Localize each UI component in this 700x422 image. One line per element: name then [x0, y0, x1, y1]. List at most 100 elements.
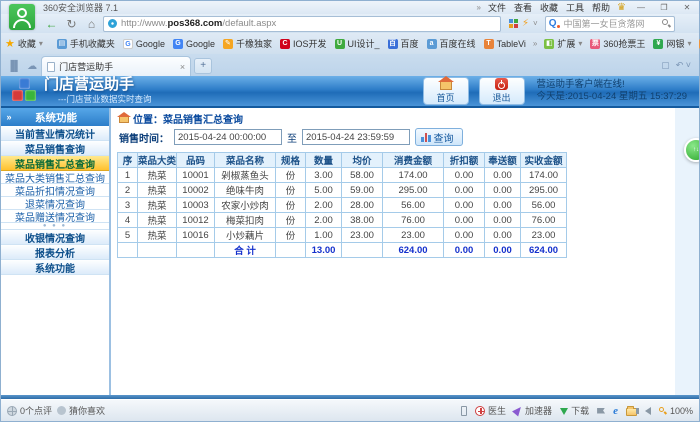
app-logo-icon [11, 78, 37, 104]
menu-item[interactable]: 收藏 [540, 1, 558, 14]
table-row: 3热菜10003农家小炒肉份2.0028.0056.000.000.0056.0… [118, 198, 567, 213]
chevron-down-icon[interactable]: ˅ [533, 19, 538, 28]
phone-icon[interactable] [461, 406, 467, 416]
bookmark-item[interactable]: GGoogle [173, 39, 215, 49]
menu-item[interactable]: 帮助 [592, 1, 610, 14]
search-input[interactable]: 中国第一女巨贪落网 [563, 17, 658, 30]
table-cell: 3 [118, 198, 138, 213]
reviews-status[interactable]: 0个点评 [7, 404, 52, 417]
extension-item[interactable]: ¥网银▾ [653, 37, 691, 50]
bookmark-favicon-icon: ◧ [544, 39, 554, 49]
breadcrumb-house-icon [119, 116, 129, 123]
table-cell: 份 [276, 228, 306, 243]
menu-item[interactable]: 文件 [488, 1, 506, 14]
url-text[interactable]: http://www.pos368.com/default.aspx [121, 18, 276, 29]
bookmark-item[interactable]: ✎千橡独家 [223, 37, 272, 50]
table-header-row: 序菜品大类品码菜品名称规格数量均价消费金额折扣额奉送额实收金额 [118, 153, 567, 168]
ie-icon[interactable]: e [613, 405, 618, 417]
bookmark-item[interactable]: a百度在线 [427, 37, 476, 50]
restore-tab-icon[interactable]: ▢ [661, 60, 670, 71]
sidebar-item[interactable]: 报表分析 [1, 245, 109, 260]
app-home-button[interactable]: 首页 [423, 77, 469, 105]
bookmark-item[interactable]: TTableVi [484, 39, 526, 49]
bookmark-item[interactable]: 百百度 [388, 37, 419, 50]
sale-time-label: 销售时间： [119, 130, 169, 145]
sidebar-item[interactable]: 收银情况查询 [1, 230, 109, 245]
restore-button[interactable]: ❐ [656, 2, 672, 13]
sales-summary-table: 序菜品大类品码菜品名称规格数量均价消费金额折扣额奉送额实收金额 1热菜10001… [117, 152, 567, 258]
cloud-sync-icon[interactable]: ☁ [27, 61, 37, 72]
app-exit-button[interactable]: 退出 [479, 77, 525, 105]
extension-label: 360抢票王 [603, 37, 645, 50]
chevron-down-icon: ▾ [687, 39, 691, 48]
extensions-icon[interactable] [508, 19, 518, 29]
sidebar-item[interactable]: 菜品销售查询 [1, 141, 109, 156]
extension-item[interactable]: 票360抢票王 [590, 37, 645, 50]
accelerator-button[interactable]: 加速器 [514, 404, 552, 417]
sidebar-item[interactable]: 当前营业情况统计 [1, 126, 109, 141]
table-cell: 10002 [177, 183, 215, 198]
menu-overflow-icon[interactable]: » [477, 3, 481, 12]
extension-item[interactable]: ◧扩展▾ [544, 37, 582, 50]
bookmark-item[interactable]: UUI设计_ [335, 37, 380, 50]
browser-window: 360安全浏览器 7.1 » 文件查看收藏工具帮助 ♛ — ❐ ✕ ← ↻ ⌂ … [0, 0, 700, 422]
menu-item[interactable]: 工具 [566, 1, 584, 14]
menu-item[interactable]: 查看 [514, 1, 532, 14]
table-header-cell: 菜品大类 [138, 153, 177, 168]
back-button[interactable]: ← [43, 17, 60, 31]
red-cross-icon [475, 406, 485, 416]
table-header-cell: 实收金额 [521, 153, 567, 168]
table-cell: 2.00 [306, 198, 342, 213]
table-cell: 热菜 [138, 183, 177, 198]
table-header-cell: 序 [118, 153, 138, 168]
flag-icon[interactable] [597, 408, 605, 414]
undo-icon[interactable]: ↶ ˅ [676, 60, 691, 71]
table-row: 2热菜10002绝味牛肉份5.0059.00295.000.000.00295.… [118, 183, 567, 198]
zoom-control[interactable]: 100% [659, 406, 693, 416]
table-total-cell: 合 计 [215, 243, 276, 258]
minimize-button[interactable]: — [633, 2, 649, 13]
table-cell: 295.00 [383, 183, 444, 198]
doctor-button[interactable]: 医生 [475, 404, 506, 417]
guess-you-like[interactable]: 猜你喜欢 [57, 404, 105, 417]
search-box[interactable]: Q 中国第一女巨贪落网 [545, 16, 675, 32]
sidebar-item[interactable]: 菜品赠送情况查询 [1, 210, 109, 223]
bookmark-item[interactable]: GGoogle [123, 39, 165, 49]
sidebar-header: » 系统功能 [1, 108, 109, 126]
bookmark-item[interactable]: CIOS开发 [280, 37, 327, 50]
zoom-magnifier-icon [659, 407, 667, 415]
favorites-menu[interactable]: ★ 收藏 ▾ [5, 37, 43, 50]
sidebar-item[interactable]: 系统功能 [1, 260, 109, 275]
new-tab-button[interactable]: + [194, 58, 212, 74]
close-button[interactable]: ✕ [679, 2, 695, 13]
speedup-icon[interactable]: ⚡ [522, 18, 529, 29]
browser-tab[interactable]: 门店营运助手 × [41, 56, 191, 76]
breadcrumb: 位置：菜品销售汇总查询 [111, 108, 699, 125]
table-header-cell: 数量 [306, 153, 342, 168]
table-cell: 5 [118, 228, 138, 243]
table-cell: 4 [118, 213, 138, 228]
bookmark-label: Google [186, 39, 215, 49]
table-cell: 0.00 [485, 198, 521, 213]
collapse-icon[interactable]: » [1, 112, 17, 122]
bookmarks-overflow-icon[interactable]: » [533, 39, 537, 48]
url-bar[interactable]: http://www.pos368.com/default.aspx [103, 16, 501, 32]
date-to-input[interactable] [302, 129, 410, 145]
bookmark-item[interactable]: ▤手机收藏夹 [57, 37, 115, 50]
search-icon[interactable] [662, 19, 671, 28]
download-button[interactable]: 下载 [560, 404, 589, 417]
query-button[interactable]: 查询 [415, 128, 463, 146]
speaker-icon[interactable] [645, 407, 651, 415]
table-cell: 绝味牛肉 [215, 183, 276, 198]
tab-close-icon[interactable]: × [180, 62, 185, 72]
table-cell: 0.00 [444, 168, 485, 183]
sidebar-pin-icon[interactable]: ▐▌ [7, 61, 21, 72]
date-from-input[interactable] [174, 129, 282, 145]
home-button[interactable]: ⌂ [83, 17, 100, 31]
medal-icon[interactable]: ♛ [617, 3, 626, 13]
bookmark-favicon-icon: T [484, 39, 494, 49]
refresh-button[interactable]: ↻ [63, 17, 80, 31]
user-avatar-icon[interactable] [9, 4, 35, 30]
table-cell: 76.00 [383, 213, 444, 228]
table-header-cell: 折扣额 [444, 153, 485, 168]
